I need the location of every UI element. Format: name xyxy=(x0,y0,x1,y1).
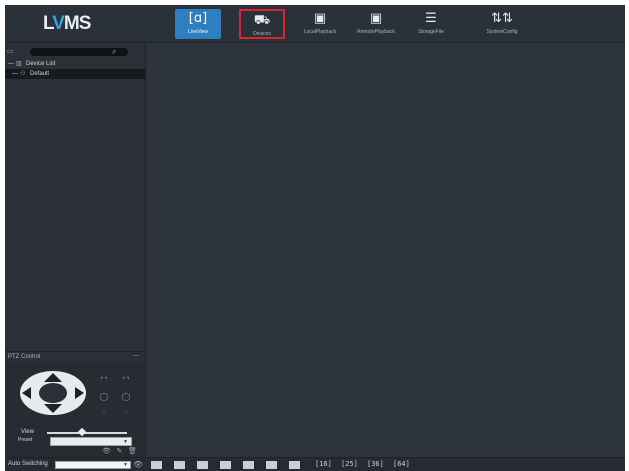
zoom-in-icon[interactable]: ⌜⌝ xyxy=(99,376,109,386)
layout-36-button[interactable]: [36] xyxy=(367,460,384,468)
edit-icon[interactable]: ✎ xyxy=(114,447,125,455)
chevron-down-icon: ▼ xyxy=(123,439,128,445)
layout-8-icon[interactable] xyxy=(220,461,231,469)
layout-6-icon[interactable] xyxy=(197,461,208,469)
collapse-icon[interactable]: — xyxy=(8,59,16,69)
nav-remoteplayback-label: RemotePlayback xyxy=(357,29,395,35)
app-window: LVMS [ɑ] LiveView ⛟ Devices ▣ LocalPlayb… xyxy=(5,5,625,471)
delete-icon[interactable]: 🗑 xyxy=(127,447,138,455)
device-list-icon: ▥ xyxy=(16,61,22,67)
layout-16-button[interactable]: [16] xyxy=(315,460,332,468)
ptz-actions: 👁 ✎ 🗑 xyxy=(101,447,141,457)
nav-devices-tab[interactable]: ⛟ Devices xyxy=(239,9,285,39)
logo-letters-ms: MS xyxy=(63,13,91,34)
bottom-toolbar: Auto Switching ▼ 👁 [16] [25] [36] [64] xyxy=(5,457,625,471)
ptz-panel: ⌜⌝ ⌜⌝ ◯ ◯ ◌ ◌ View Preset ▼ 👁 ✎ 🗑 xyxy=(5,362,146,471)
layout-9-icon[interactable] xyxy=(243,461,254,469)
nav-systemconfig-tab[interactable]: ⇅⇅ SystemConfig xyxy=(475,9,529,39)
iris-open-icon[interactable]: ◌ xyxy=(99,408,109,418)
chevron-down-icon: ▼ xyxy=(123,462,128,468)
iris-close-icon[interactable]: ◌ xyxy=(121,408,131,418)
layout-1-icon[interactable] xyxy=(151,461,162,469)
device-group-icon[interactable]: ▭ xyxy=(7,48,16,56)
logo-letter-l: L xyxy=(43,13,53,34)
auto-switching-label: Auto Switching xyxy=(8,461,48,467)
tree-item-label: Device List xyxy=(26,61,56,67)
device-search-bar: ▭ ⌕ xyxy=(5,47,146,57)
ptz-title: PTZ Control xyxy=(8,354,41,360)
ptz-joystick xyxy=(20,371,86,415)
film-remote-icon: ▣ xyxy=(369,11,383,26)
group-icon: ⚇ xyxy=(20,71,26,77)
logo-letter-v: V xyxy=(52,13,65,34)
eye-icon[interactable]: 👁 xyxy=(101,447,112,455)
tree-item-default[interactable]: — ⚇ Default xyxy=(5,69,146,79)
eye-icon[interactable]: 👁 xyxy=(133,460,143,469)
nav-storagefile-tab[interactable]: ☰ StorageFile xyxy=(411,9,451,39)
nav-liveview-label: LiveView xyxy=(188,29,208,35)
storage-icon: ☰ xyxy=(425,11,437,26)
layout-64-button[interactable]: [64] xyxy=(393,460,410,468)
focus-near-icon[interactable]: ◯ xyxy=(99,392,109,402)
preset-label: Preset xyxy=(18,437,33,443)
layout-4-icon[interactable] xyxy=(174,461,185,469)
left-panel: ▭ ⌕ — ▥ Device List — ⚇ Default PTZ Control … xyxy=(5,44,146,471)
layout-25-button[interactable]: [25] xyxy=(341,460,358,468)
device-tree: — ▥ Device List — ⚇ Default xyxy=(5,59,146,79)
ptz-header[interactable]: PTZ Control — xyxy=(5,351,146,361)
nav-liveview-tab[interactable]: [ɑ] LiveView xyxy=(175,9,221,39)
sliders-icon: ⇅⇅ xyxy=(491,11,513,26)
top-nav-bar: LVMS [ɑ] LiveView ⛟ Devices ▣ LocalPlayb… xyxy=(5,5,625,43)
nav-localplayback-tab[interactable]: ▣ LocalPlayback xyxy=(293,9,347,39)
auto-switching-select[interactable]: ▼ xyxy=(55,461,131,469)
nav-systemconfig-label: SystemConfig xyxy=(486,29,518,35)
nav-remoteplayback-tab[interactable]: ▣ RemotePlayback xyxy=(349,9,403,39)
joystick-center-button[interactable] xyxy=(39,383,67,403)
nav-storagefile-label: StorageFile xyxy=(418,29,444,35)
view-label: View xyxy=(21,429,34,435)
preset-select[interactable]: ▼ xyxy=(50,437,132,446)
liveview-icon: [ɑ] xyxy=(188,11,208,26)
film-icon: ▣ xyxy=(313,11,327,26)
tree-item-device-list[interactable]: — ▥ Device List xyxy=(5,59,146,69)
collapse-icon[interactable]: — xyxy=(12,69,20,79)
tree-item-label: Default xyxy=(30,71,50,77)
nav-localplayback-label: LocalPlayback xyxy=(303,29,337,35)
layout-13-icon[interactable] xyxy=(289,461,300,469)
focus-far-icon[interactable]: ◯ xyxy=(121,392,131,402)
nav-devices-label: Devices xyxy=(253,31,271,37)
app-logo: LVMS xyxy=(43,13,113,35)
live-view-area[interactable] xyxy=(147,44,625,456)
view-speed-slider[interactable] xyxy=(47,427,127,437)
zoom-out-icon[interactable]: ⌜⌝ xyxy=(121,376,131,386)
collapse-icon[interactable]: — xyxy=(133,353,139,359)
layout-10-icon[interactable] xyxy=(266,461,277,469)
slider-thumb[interactable] xyxy=(77,427,87,437)
camera-icon: ⛟ xyxy=(253,13,271,28)
search-icon[interactable]: ⌕ xyxy=(112,47,122,57)
